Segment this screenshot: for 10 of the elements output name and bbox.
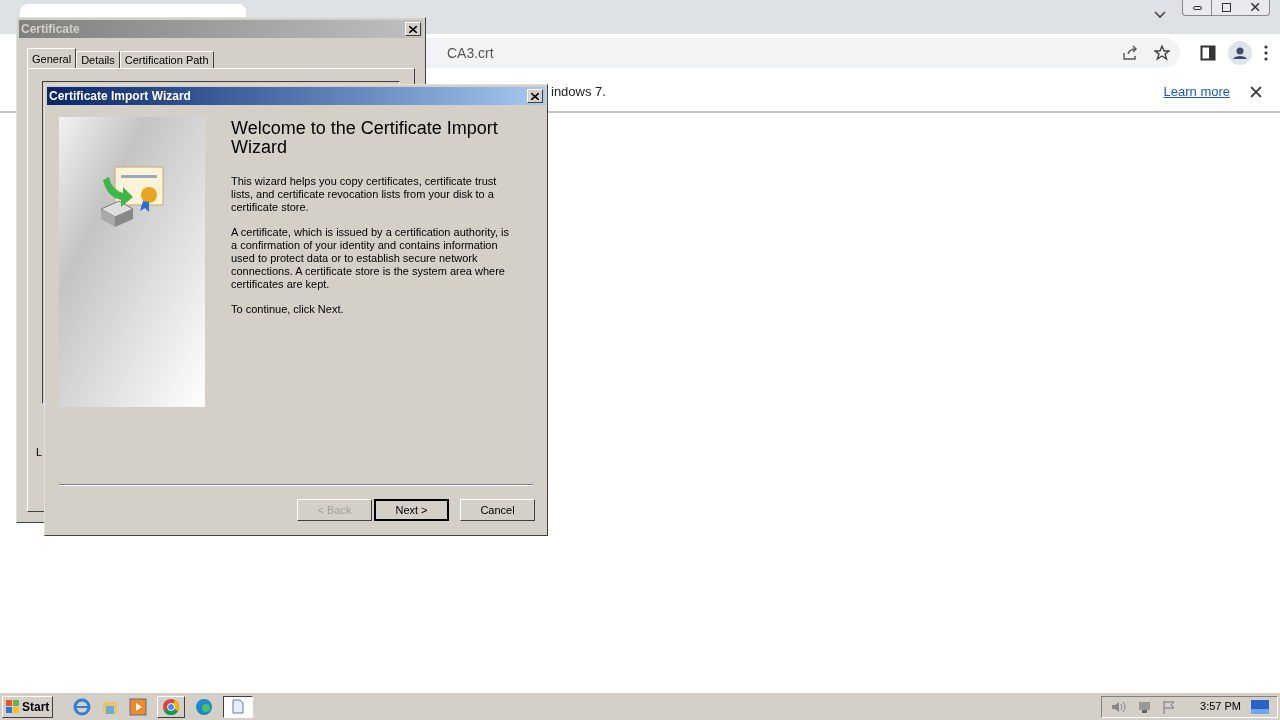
url-text: CA3.crt <box>447 43 495 63</box>
link-text: L <box>36 445 44 460</box>
wizard-heading: Welcome to the Certificate Import Wizard <box>231 119 499 157</box>
window-title: Certificate Import Wizard <box>49 88 192 105</box>
clock: 3:57 PM <box>1200 699 1241 715</box>
wizard-paragraph: This wizard helps you copy certificates, certificate trust lists, and certificate revocation lists from your disk to a certificate store. <box>231 175 498 214</box>
wizard-paragraph: To continue, click Next. <box>231 303 345 316</box>
info-message: indows 7. <box>551 82 607 101</box>
window-title: Certificate <box>21 21 81 38</box>
wizard-paragraph: A certificate, which is issued by a certification authority, is a confirmation of your identity and contains information used to protect data or to establish secure network connections. A certificate store is the system area where certificates are kept. <box>231 226 510 291</box>
